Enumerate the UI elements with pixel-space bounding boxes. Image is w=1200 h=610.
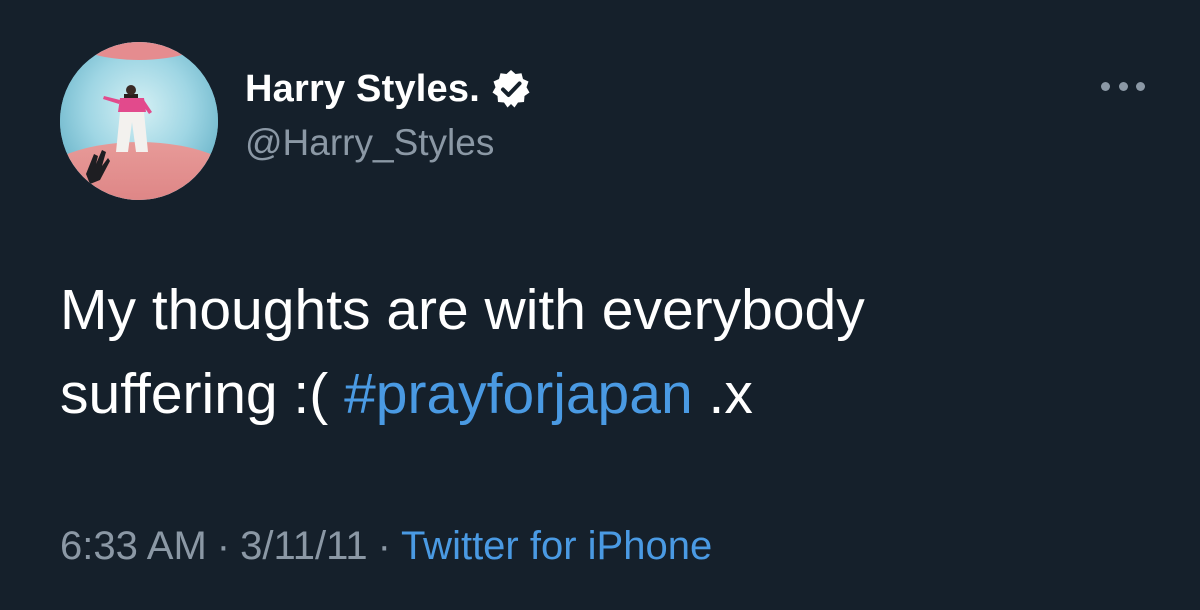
meta-separator: · <box>377 524 391 568</box>
tweet-line-2-prefix: suffering :( <box>60 362 345 426</box>
tweet-card: Harry Styles. @Harry_Styles My thoughts … <box>0 0 1200 610</box>
author-display-name[interactable]: Harry Styles. <box>245 64 480 114</box>
profile-avatar[interactable] <box>60 42 218 200</box>
more-dot <box>1136 81 1145 91</box>
more-options-icon[interactable] <box>1097 70 1149 102</box>
tweet-time[interactable]: 6:33 AM <box>60 524 207 568</box>
author-handle[interactable]: @Harry_Styles <box>245 118 494 168</box>
tweet-line-2: suffering :( #prayforjapan .x <box>60 352 1140 436</box>
hashtag-link[interactable]: #prayforjapan <box>344 362 693 426</box>
meta-separator: · <box>216 524 231 568</box>
tweet-line-2-suffix: .x <box>692 362 753 426</box>
tweet-line-1: My thoughts are with everybody <box>60 278 865 342</box>
tweet-source-link[interactable]: Twitter for iPhone <box>401 524 712 568</box>
more-dot <box>1101 81 1110 91</box>
tweet-date[interactable]: 3/11/11 <box>240 524 368 568</box>
tweet-meta: 6:33 AM · 3/11/11 · Twitter for iPhone <box>60 518 712 574</box>
avatar-image <box>60 42 218 200</box>
more-dot <box>1118 81 1128 91</box>
author-name-row[interactable]: Harry Styles. <box>245 64 532 114</box>
tweet-body: My thoughts are with everybody suffering… <box>60 268 1140 436</box>
verified-badge-icon <box>490 68 532 110</box>
